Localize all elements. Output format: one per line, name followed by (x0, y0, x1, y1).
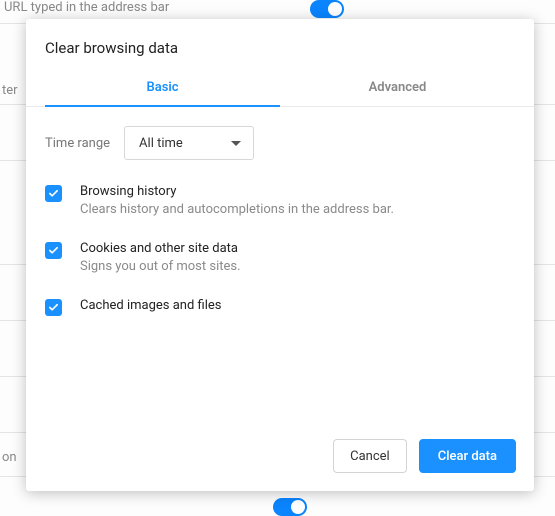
modal-title: Clear browsing data (26, 19, 534, 71)
option-browsing-history: Browsing history Clears history and auto… (45, 184, 515, 217)
time-range-value: All time (139, 136, 183, 151)
option-desc: Signs you out of most sites. (80, 259, 241, 274)
time-range-select[interactable]: All time (124, 126, 254, 160)
tab-advanced[interactable]: Advanced (280, 71, 515, 107)
bg-toggle[interactable] (273, 498, 307, 516)
modal-body: Time range All time Browsing history Cle… (26, 107, 534, 423)
clear-data-button[interactable]: Clear data (419, 439, 516, 473)
bg-text-url: URL typed in the address bar (4, 0, 169, 15)
option-text: Cookies and other site data Signs you ou… (80, 241, 241, 274)
bg-text-side2: on (2, 450, 17, 465)
modal-footer: Cancel Clear data (26, 423, 534, 491)
tabs: Basic Advanced (26, 71, 534, 107)
option-text: Cached images and files (80, 298, 221, 313)
option-text: Browsing history Clears history and auto… (80, 184, 394, 217)
check-icon (48, 245, 59, 256)
time-range-row: Time range All time (45, 126, 515, 160)
check-icon (48, 302, 59, 313)
bg-toggle[interactable] (310, 0, 344, 18)
option-desc: Clears history and autocompletions in th… (80, 202, 394, 217)
check-icon (48, 188, 59, 199)
chevron-down-icon (231, 141, 241, 146)
option-title: Cookies and other site data (80, 241, 241, 256)
checkbox-cached[interactable] (45, 299, 62, 316)
option-title: Cached images and files (80, 298, 221, 313)
clear-browsing-data-modal: Clear browsing data Basic Advanced Time … (26, 19, 534, 491)
bg-text-side1: ter (2, 83, 18, 98)
tab-basic[interactable]: Basic (45, 71, 280, 107)
checkbox-cookies[interactable] (45, 242, 62, 259)
cancel-button[interactable]: Cancel (333, 439, 407, 473)
option-title: Browsing history (80, 184, 394, 199)
time-range-label: Time range (45, 136, 110, 151)
checkbox-browsing-history[interactable] (45, 185, 62, 202)
option-cached: Cached images and files (45, 298, 515, 316)
option-cookies: Cookies and other site data Signs you ou… (45, 241, 515, 274)
